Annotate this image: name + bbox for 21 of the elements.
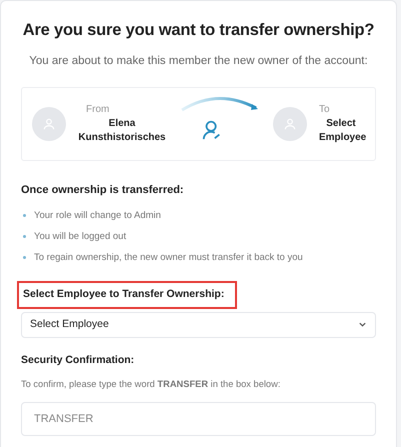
to-label: To <box>319 103 330 118</box>
employee-select[interactable]: Select Employee <box>21 312 376 338</box>
consequence-text: Your role will change to Admin <box>34 208 161 223</box>
user-transfer-icon <box>200 119 222 142</box>
user-icon <box>283 117 297 132</box>
from-name: Elena Kunsthistorisches <box>77 117 167 146</box>
consequence-text: To regain ownership, the new owner must transfer it back to you <box>34 250 303 265</box>
security-heading: Security Confirmation: <box>21 352 136 368</box>
select-label: Select Employee to Transfer Ownership: <box>17 280 237 308</box>
bullet-icon <box>23 214 26 218</box>
consequences-heading: Once ownership is transferred: <box>21 183 185 198</box>
bullet-icon <box>23 256 26 260</box>
bullet-icon <box>23 235 26 238</box>
chevron-down-icon <box>358 320 367 329</box>
consequence-text: You will be logged out <box>34 230 126 244</box>
from-label: From <box>86 103 110 118</box>
confirm-input[interactable]: TRANSFER <box>21 402 376 436</box>
security-instruction: To confirm, please type the word TRANSFER in the box below: <box>21 378 282 392</box>
dialog-title: Are you sure you want to transfer ownership? <box>22 20 376 41</box>
dialog-subtitle: You are about to make this member the new owner of the account: <box>28 54 369 69</box>
user-icon <box>42 117 56 132</box>
